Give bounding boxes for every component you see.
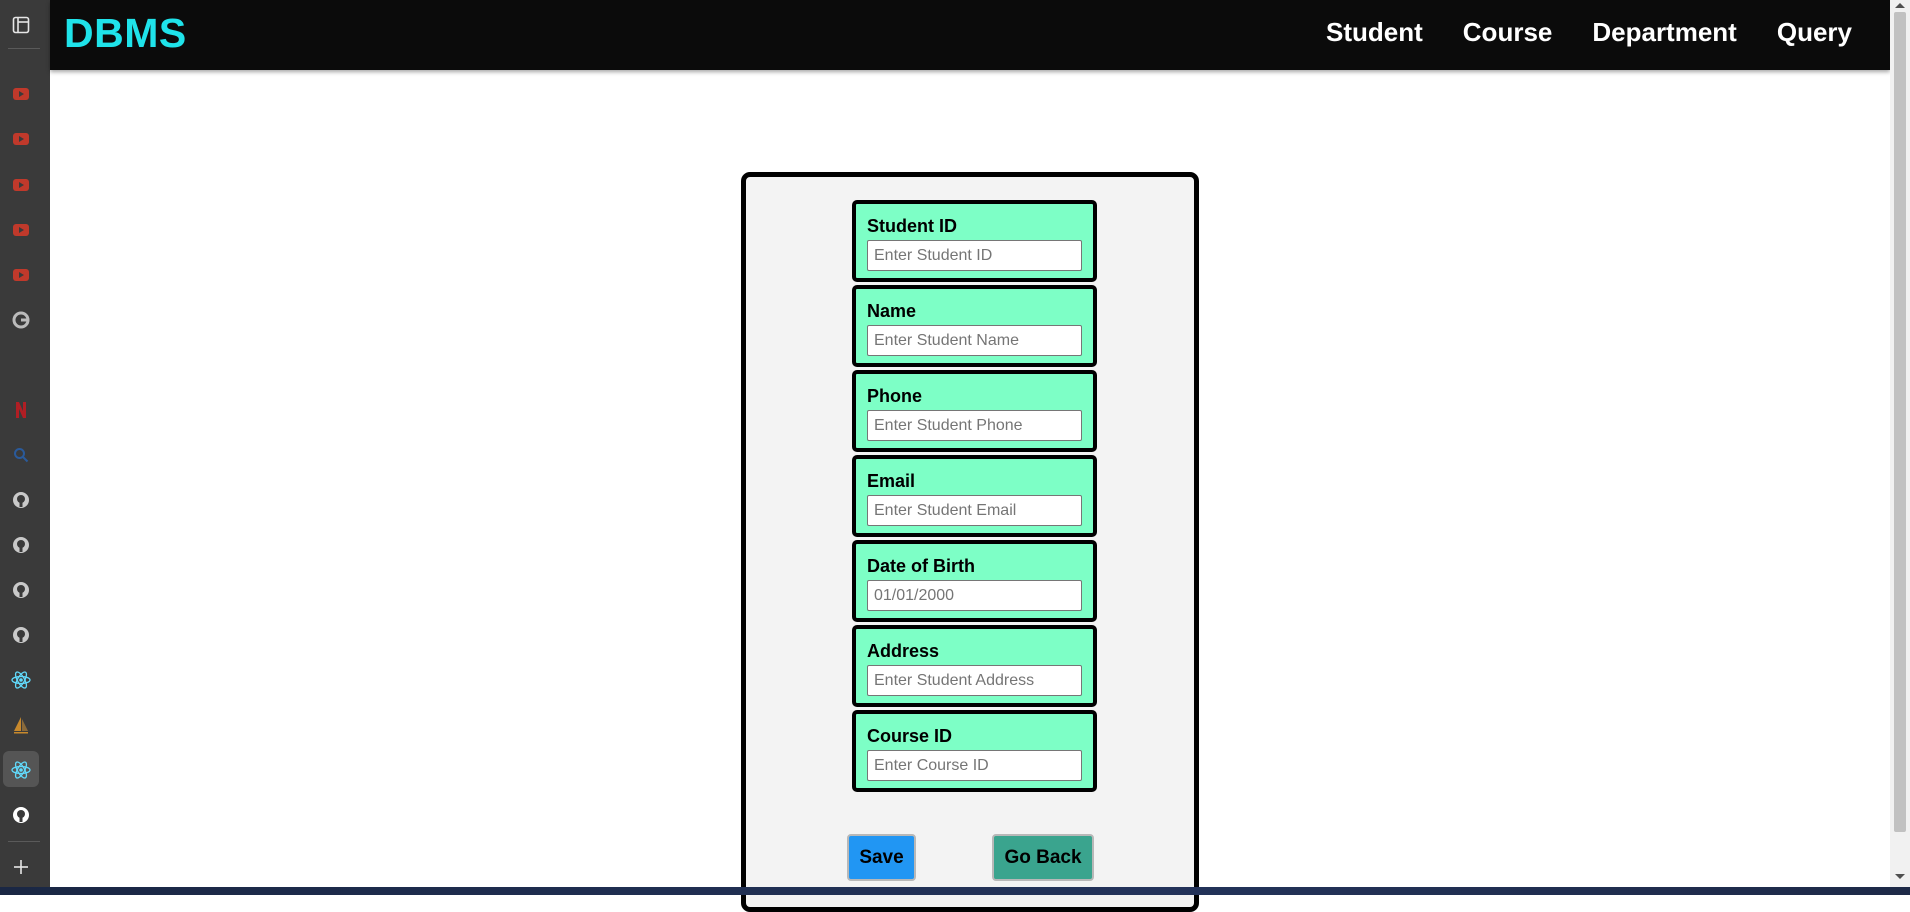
youtube-tab-icon[interactable] [10,219,32,241]
github-tab-icon[interactable] [10,489,32,511]
nav-link-query[interactable]: Query [1777,17,1852,48]
student-email-input[interactable] [867,495,1082,526]
field-label: Email [867,471,916,491]
sidebar-divider [8,841,40,842]
youtube-tab-icon[interactable] [10,174,32,196]
field-phone: Phone [852,370,1097,452]
youtube-tab-icon[interactable] [10,83,32,105]
field-address: Address [852,625,1097,707]
field-label: Address [867,641,940,661]
nav-link-course[interactable]: Course [1463,17,1553,48]
github-tab-icon[interactable] [10,804,32,826]
field-label: Student ID [867,216,957,236]
field-name: Name [852,285,1097,367]
os-taskbar-edge [0,887,1910,895]
brand-logo[interactable]: DBMS [64,10,187,57]
workspace-tabs-icon[interactable] [10,14,32,36]
student-form-card: Student ID Name Phone Email Date of Birt… [741,172,1199,912]
sidebar-divider [8,48,40,49]
course-id-input[interactable] [867,750,1082,781]
nav-links: Student Course Department Query [1326,17,1852,48]
field-label: Course ID [867,726,953,746]
page-scrollbar[interactable] [1890,0,1910,887]
react-tab-icon[interactable] [10,759,32,781]
youtube-tab-icon[interactable] [10,128,32,150]
student-phone-input[interactable] [867,410,1082,441]
student-name-input[interactable] [867,325,1082,356]
google-tab-icon[interactable] [10,309,32,331]
react-tab-icon[interactable] [10,669,32,691]
github-tab-icon[interactable] [10,534,32,556]
github-tab-icon[interactable] [10,579,32,601]
youtube-tab-icon[interactable] [10,264,32,286]
save-button[interactable]: Save [847,834,916,881]
field-date-of-birth: Date of Birth [852,540,1097,622]
nav-link-department[interactable]: Department [1592,17,1736,48]
nav-link-student[interactable]: Student [1326,17,1423,48]
sails-tab-icon[interactable] [10,714,32,736]
scroll-down-arrow-icon[interactable] [1895,874,1905,879]
scroll-thumb[interactable] [1894,12,1906,832]
netflix-tab-icon[interactable] [10,399,32,421]
github-tab-icon[interactable] [10,624,32,646]
navbar: DBMS Student Course Department Query [50,0,1890,70]
field-student-id: Student ID [852,200,1097,282]
field-email: Email [852,455,1097,537]
date-of-birth-input[interactable] [867,580,1082,611]
search-tab-icon[interactable] [10,444,32,466]
field-label: Date of Birth [867,556,975,576]
new-tab-icon[interactable] [10,856,32,878]
field-label: Name [867,301,917,321]
go-back-button[interactable]: Go Back [992,834,1094,881]
field-label: Phone [867,386,923,406]
student-id-input[interactable] [867,240,1082,271]
field-course-id: Course ID [852,710,1097,792]
student-address-input[interactable] [867,665,1082,696]
browser-tab-sidebar [0,0,50,895]
scroll-up-arrow-icon[interactable] [1895,3,1905,8]
